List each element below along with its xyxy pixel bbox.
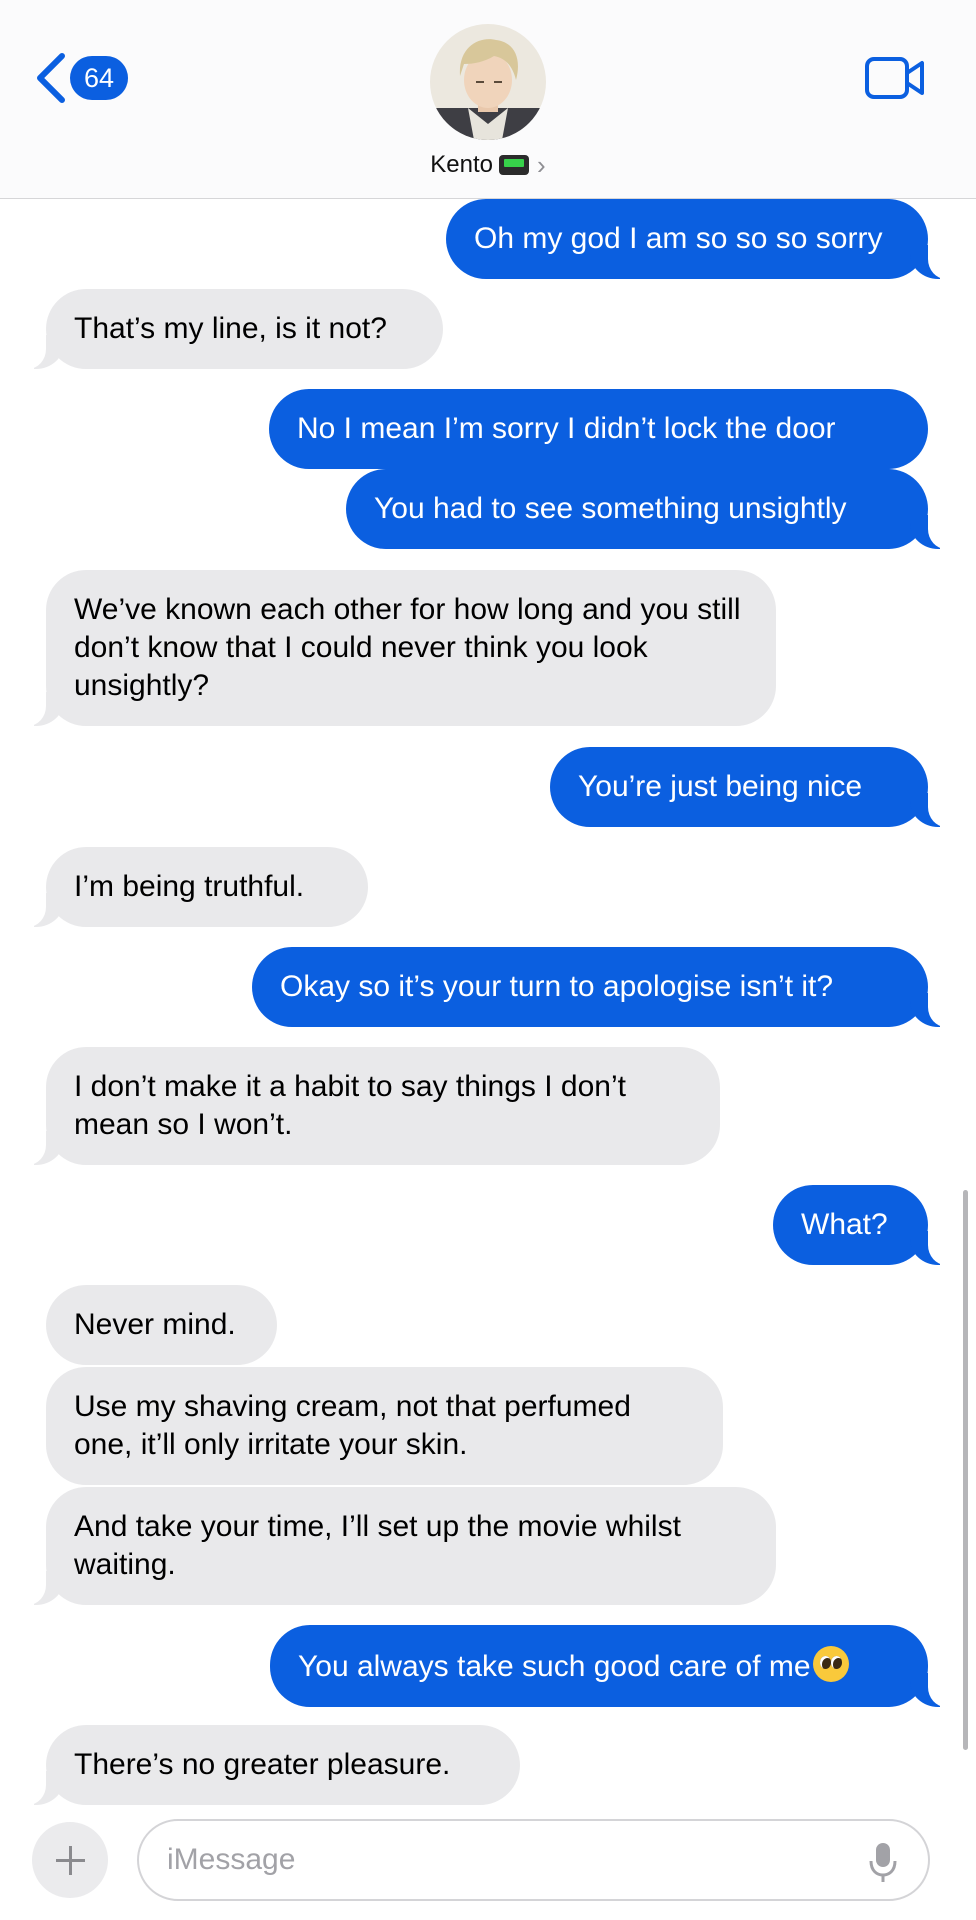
unread-count-badge: 64 xyxy=(70,56,129,100)
message-bubble-outgoing[interactable]: You always take such good care of me xyxy=(270,1625,952,1707)
chevron-left-icon xyxy=(37,53,65,103)
scrollbar[interactable] xyxy=(963,1190,968,1750)
message-bubble-incoming[interactable]: And take your time, I’ll set up the movi… xyxy=(22,1487,776,1605)
contact-avatar[interactable] xyxy=(430,24,546,140)
pager-icon xyxy=(499,155,530,175)
video-camera-icon xyxy=(865,57,924,99)
message-input-placeholder: iMessage xyxy=(167,1843,296,1876)
chevron-right-icon: › xyxy=(537,149,546,180)
message-bubble-outgoing[interactable]: No I mean I’m sorry I didn’t lock the do… xyxy=(269,389,928,469)
pleading-face-emoji-icon xyxy=(812,1646,849,1682)
add-attachment-button[interactable] xyxy=(32,1822,108,1898)
back-button[interactable]: 64 xyxy=(34,50,129,106)
message-bubble-incoming[interactable]: Use my shaving cream, not that perfumed … xyxy=(46,1367,723,1485)
message-bubble-incoming[interactable]: I don’t make it a habit to say things I … xyxy=(22,1047,720,1165)
message-bubble-outgoing[interactable]: Okay so it’s your turn to apologise isn’… xyxy=(252,947,952,1027)
message-text: You always take such good care of me xyxy=(298,1650,811,1683)
avatar-illustration xyxy=(430,24,546,140)
message-bubble-incoming[interactable]: That’s my line, is it not? xyxy=(22,289,443,369)
message-bubble-incoming[interactable]: Never mind. xyxy=(46,1285,277,1365)
microphone-icon[interactable] xyxy=(868,1841,898,1883)
message-bubble-outgoing[interactable]: You had to see something unsightly xyxy=(346,469,952,549)
message-bubble-incoming[interactable]: We’ve known each other for how long and … xyxy=(22,570,776,726)
message-thread: Oh my god I am so so so sorry That’s my … xyxy=(0,0,976,1920)
message-input[interactable]: iMessage xyxy=(137,1819,930,1901)
message-bubble-outgoing[interactable]: What? xyxy=(773,1185,952,1265)
contact-name-button[interactable]: Kento › xyxy=(0,148,976,182)
message-bubble-incoming[interactable]: There’s no greater pleasure. xyxy=(22,1725,520,1805)
message-bubble-outgoing[interactable]: Oh my god I am so so so sorry xyxy=(446,199,952,279)
conversation-header: 64 Kento › xyxy=(0,0,976,199)
message-bubble-outgoing[interactable]: You’re just being nice xyxy=(550,747,952,827)
contact-name: Kento xyxy=(430,151,494,178)
message-bubble-incoming[interactable]: I’m being truthful. xyxy=(22,847,368,927)
video-call-button[interactable] xyxy=(864,56,926,105)
